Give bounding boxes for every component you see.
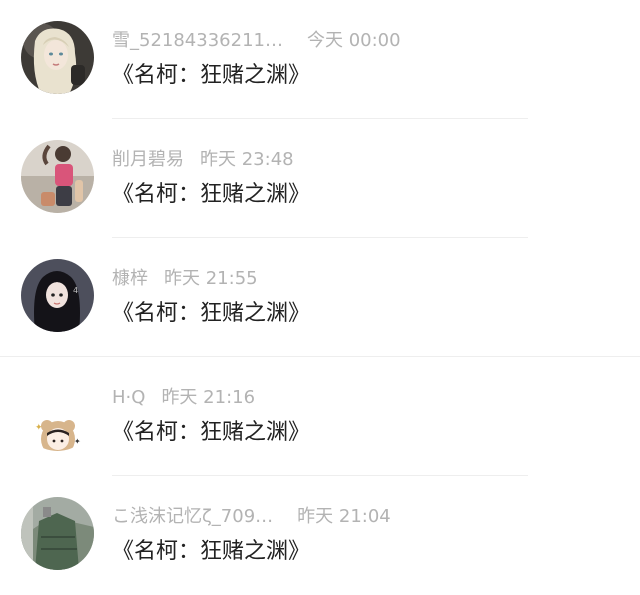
comment-meta: 槺梓 昨天 21:55: [112, 266, 258, 292]
comment-meta: 雪_52184336211… 今天 00:00: [112, 28, 401, 54]
avatar-blonde-girl-illustration-icon: [21, 21, 94, 94]
comment-item[interactable]: 削月碧易 昨天 23:48 《名柯：狂赌之渊》: [0, 119, 640, 238]
comment-text: 《名柯：狂赌之渊》: [112, 420, 311, 445]
comment-item[interactable]: ✦ ✦ H·Q 昨天 21:16 《名柯：狂赌之渊》: [0, 357, 640, 476]
timestamp: 昨天 23:48: [200, 149, 294, 170]
avatar[interactable]: [21, 21, 94, 94]
comment-text: 《名柯：狂赌之渊》: [112, 63, 311, 88]
avatar[interactable]: [21, 140, 94, 213]
avatar[interactable]: [21, 497, 94, 570]
svg-text:✦: ✦: [74, 437, 81, 446]
timestamp: 昨天 21:04: [297, 506, 391, 527]
avatar-bear-hood-cartoon-icon: ✦ ✦: [21, 378, 94, 451]
timestamp: 昨天 21:16: [161, 387, 256, 408]
comment-item[interactable]: 雪_52184336211… 今天 00:00 《名柯：狂赌之渊》: [0, 0, 640, 119]
comment-item[interactable]: 4 槺梓 昨天 21:55 《名柯：狂赌之渊》: [0, 238, 640, 357]
comment-meta: 削月碧易 昨天 23:48: [112, 147, 294, 173]
timestamp: 昨天 21:55: [164, 268, 258, 289]
comment-text: 《名柯：狂赌之渊》: [112, 182, 311, 207]
avatar-green-dress-photo-icon: [21, 497, 94, 570]
comment-meta: こ浅沫记忆ζ_709… 昨天 21:04: [112, 504, 391, 530]
comment-text: 《名柯：狂赌之渊》: [112, 539, 311, 564]
username[interactable]: H·Q: [112, 385, 145, 411]
svg-text:✦: ✦: [35, 423, 43, 433]
username[interactable]: 削月碧易: [112, 147, 184, 173]
svg-text:4: 4: [73, 286, 78, 295]
username[interactable]: こ浅沫记忆ζ_709…: [112, 504, 273, 530]
avatar-dark-hair-girl-icon: 4: [21, 259, 94, 332]
timestamp: 今天 00:00: [306, 30, 401, 51]
avatar[interactable]: ✦ ✦: [21, 378, 94, 451]
comment-meta: H·Q 昨天 21:16: [112, 385, 255, 411]
avatar-beach-photo-icon: [21, 140, 94, 213]
comment-item[interactable]: こ浅沫记忆ζ_709… 昨天 21:04 《名柯：狂赌之渊》: [0, 476, 640, 595]
username[interactable]: 槺梓: [112, 266, 148, 292]
avatar[interactable]: 4: [21, 259, 94, 332]
comment-text: 《名柯：狂赌之渊》: [112, 301, 311, 326]
username[interactable]: 雪_52184336211…: [112, 28, 283, 54]
